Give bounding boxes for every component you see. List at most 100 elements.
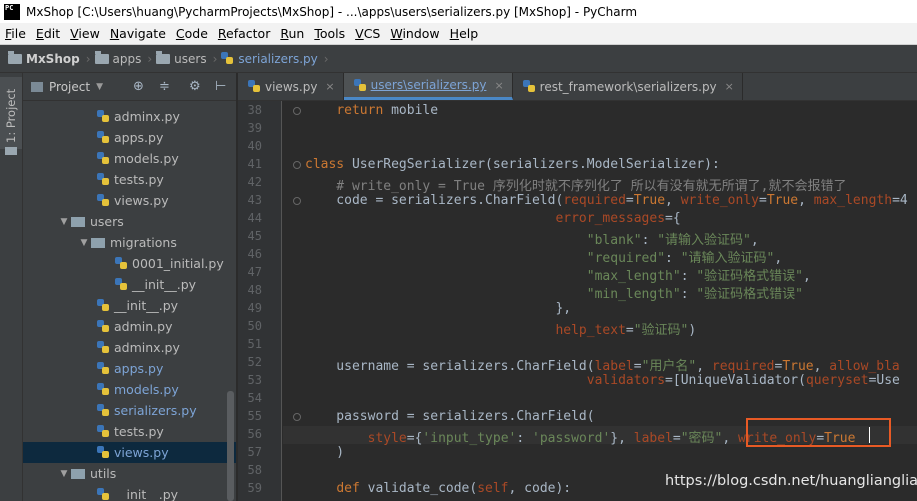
tree-item-label: admin.py <box>114 319 173 334</box>
tree-file[interactable]: admin.py <box>23 316 236 337</box>
line-number: 52 <box>247 355 262 369</box>
collapse-all-icon[interactable]: ≑ <box>159 79 170 94</box>
hide-panel-icon[interactable]: ⊢ <box>215 79 226 94</box>
close-tab-icon[interactable]: × <box>325 80 334 93</box>
menu-item[interactable]: Code <box>171 26 213 41</box>
menu-item[interactable]: File <box>0 26 31 41</box>
tree-file[interactable]: __init__.py <box>23 295 236 316</box>
window-title: MxShop [C:\Users\huang\PycharmProjects\M… <box>26 4 638 19</box>
python-file-icon <box>97 173 109 186</box>
folder-icon <box>156 50 171 64</box>
tree-file[interactable]: tests.py <box>23 421 236 442</box>
menu-item[interactable]: Run <box>275 26 309 41</box>
menu-item[interactable]: Window <box>385 26 444 41</box>
python-file-icon <box>221 52 234 65</box>
locate-target-icon[interactable]: ⊕ <box>133 79 144 94</box>
left-tool-strip: 1: Project <box>0 73 23 501</box>
chevron-right-icon: › <box>85 51 91 66</box>
line-number: 50 <box>247 319 262 333</box>
python-file-icon <box>97 404 109 417</box>
code-line: return mobile <box>336 103 439 118</box>
pycharm-logo-icon: PC <box>4 3 20 20</box>
python-file-icon <box>353 78 366 92</box>
python-file-icon <box>97 446 109 459</box>
code-line: code = serializers.CharField(required=Tr… <box>305 193 908 208</box>
tree-file[interactable]: adminx.py <box>23 106 236 127</box>
menu-item[interactable]: VCS <box>350 26 385 41</box>
tree-file[interactable]: views.py <box>23 442 236 463</box>
menu-item[interactable]: Navigate <box>105 26 171 41</box>
tree-file[interactable]: models.py <box>23 148 236 169</box>
code-line: "min_length": "验证码格式错误" <box>586 287 803 302</box>
tree-scrollbar[interactable] <box>227 391 234 501</box>
line-number: 45 <box>247 229 262 243</box>
menu-item[interactable]: View <box>65 26 105 41</box>
tree-file[interactable]: views.py <box>23 190 236 211</box>
code-line: error_messages={ <box>555 211 681 226</box>
breadcrumb-users[interactable]: users › <box>156 50 217 66</box>
project-tool-tab[interactable]: 1: Project <box>0 77 22 155</box>
code-line: username = serializers.CharField(label="… <box>305 359 900 374</box>
fold-marker-icon[interactable] <box>293 107 301 115</box>
python-file-icon <box>97 152 109 165</box>
expand-arrow-icon[interactable]: ▼ <box>57 217 71 227</box>
code-line: # write_only = True 序列化时就不序列化了 所以有没有就无所谓… <box>305 179 847 194</box>
python-file-icon <box>97 362 109 375</box>
tree-file[interactable]: tests.py <box>23 169 236 190</box>
fold-marker-icon[interactable] <box>293 413 301 421</box>
tree-item-label: 0001_initial.py <box>132 256 224 271</box>
fold-marker-icon[interactable] <box>293 161 301 169</box>
close-tab-icon[interactable]: × <box>725 80 734 93</box>
project-view-selector[interactable]: Project <box>49 80 90 94</box>
editor-tab[interactable]: rest_framework\serializers.py × <box>513 73 743 100</box>
tree-item-label: __init__.py <box>114 298 179 313</box>
python-file-icon <box>97 488 109 501</box>
expand-arrow-icon[interactable]: ▼ <box>77 238 91 248</box>
tree-file[interactable]: apps.py <box>23 358 236 379</box>
editor-tab[interactable]: views.py × <box>238 73 344 100</box>
line-number: 42 <box>247 175 262 189</box>
close-tab-icon[interactable]: × <box>494 79 503 92</box>
line-number: 53 <box>247 373 262 387</box>
chevron-right-icon: › <box>323 51 329 66</box>
menu-item[interactable]: Edit <box>31 26 65 41</box>
code-line: validators=[UniqueValidator(queryset=Use <box>586 373 900 388</box>
chevron-down-icon[interactable]: ▼ <box>96 82 103 92</box>
tree-file[interactable]: __init__.py <box>23 484 236 501</box>
tree-file[interactable]: adminx.py <box>23 337 236 358</box>
python-file-icon <box>97 131 109 144</box>
tree-file[interactable]: 0001_initial.py <box>23 253 236 274</box>
project-panel-header: Project ▼ ⊕ ≑ ⚙ ⊢ <box>23 73 236 101</box>
tree-file[interactable]: models.py <box>23 379 236 400</box>
tree-item-label: adminx.py <box>114 109 180 124</box>
tree-folder[interactable]: ▼ migrations <box>23 232 236 253</box>
line-number: 48 <box>247 283 262 297</box>
tree-item-label: apps.py <box>114 361 164 376</box>
tree-folder[interactable]: ▼ utils <box>23 463 236 484</box>
text-caret <box>869 427 870 443</box>
fold-marker-icon[interactable] <box>293 197 301 205</box>
tree-folder[interactable]: ▼ users <box>23 211 236 232</box>
menu-item[interactable]: Tools <box>309 26 350 41</box>
python-file-icon <box>97 383 109 396</box>
tree-file[interactable]: __init__.py <box>23 274 236 295</box>
tree-file[interactable]: apps.py <box>23 127 236 148</box>
breadcrumb-apps[interactable]: apps › <box>94 50 152 66</box>
breadcrumb-project[interactable]: MxShop › <box>8 50 91 66</box>
code-line: "max_length": "验证码格式错误", <box>586 269 811 284</box>
line-number: 58 <box>247 463 262 477</box>
menu-item[interactable]: Refactor <box>213 26 275 41</box>
breadcrumb-file[interactable]: serializers.py › <box>221 51 329 66</box>
expand-arrow-icon[interactable]: ▼ <box>57 469 71 479</box>
tree-file[interactable]: serializers.py <box>23 400 236 421</box>
line-number: 59 <box>247 481 262 495</box>
line-number: 43 <box>247 193 262 207</box>
menu-item[interactable]: Help <box>445 26 484 41</box>
python-file-icon <box>97 320 109 333</box>
gear-icon[interactable]: ⚙ <box>189 79 201 94</box>
editor-tab[interactable]: users\serializers.py × <box>343 73 513 100</box>
python-file-icon <box>522 80 535 93</box>
python-file-icon <box>115 278 127 291</box>
editor-tabs: views.py × users\serializers.py × rest_frame… <box>238 73 917 101</box>
folder-icon <box>5 147 17 155</box>
